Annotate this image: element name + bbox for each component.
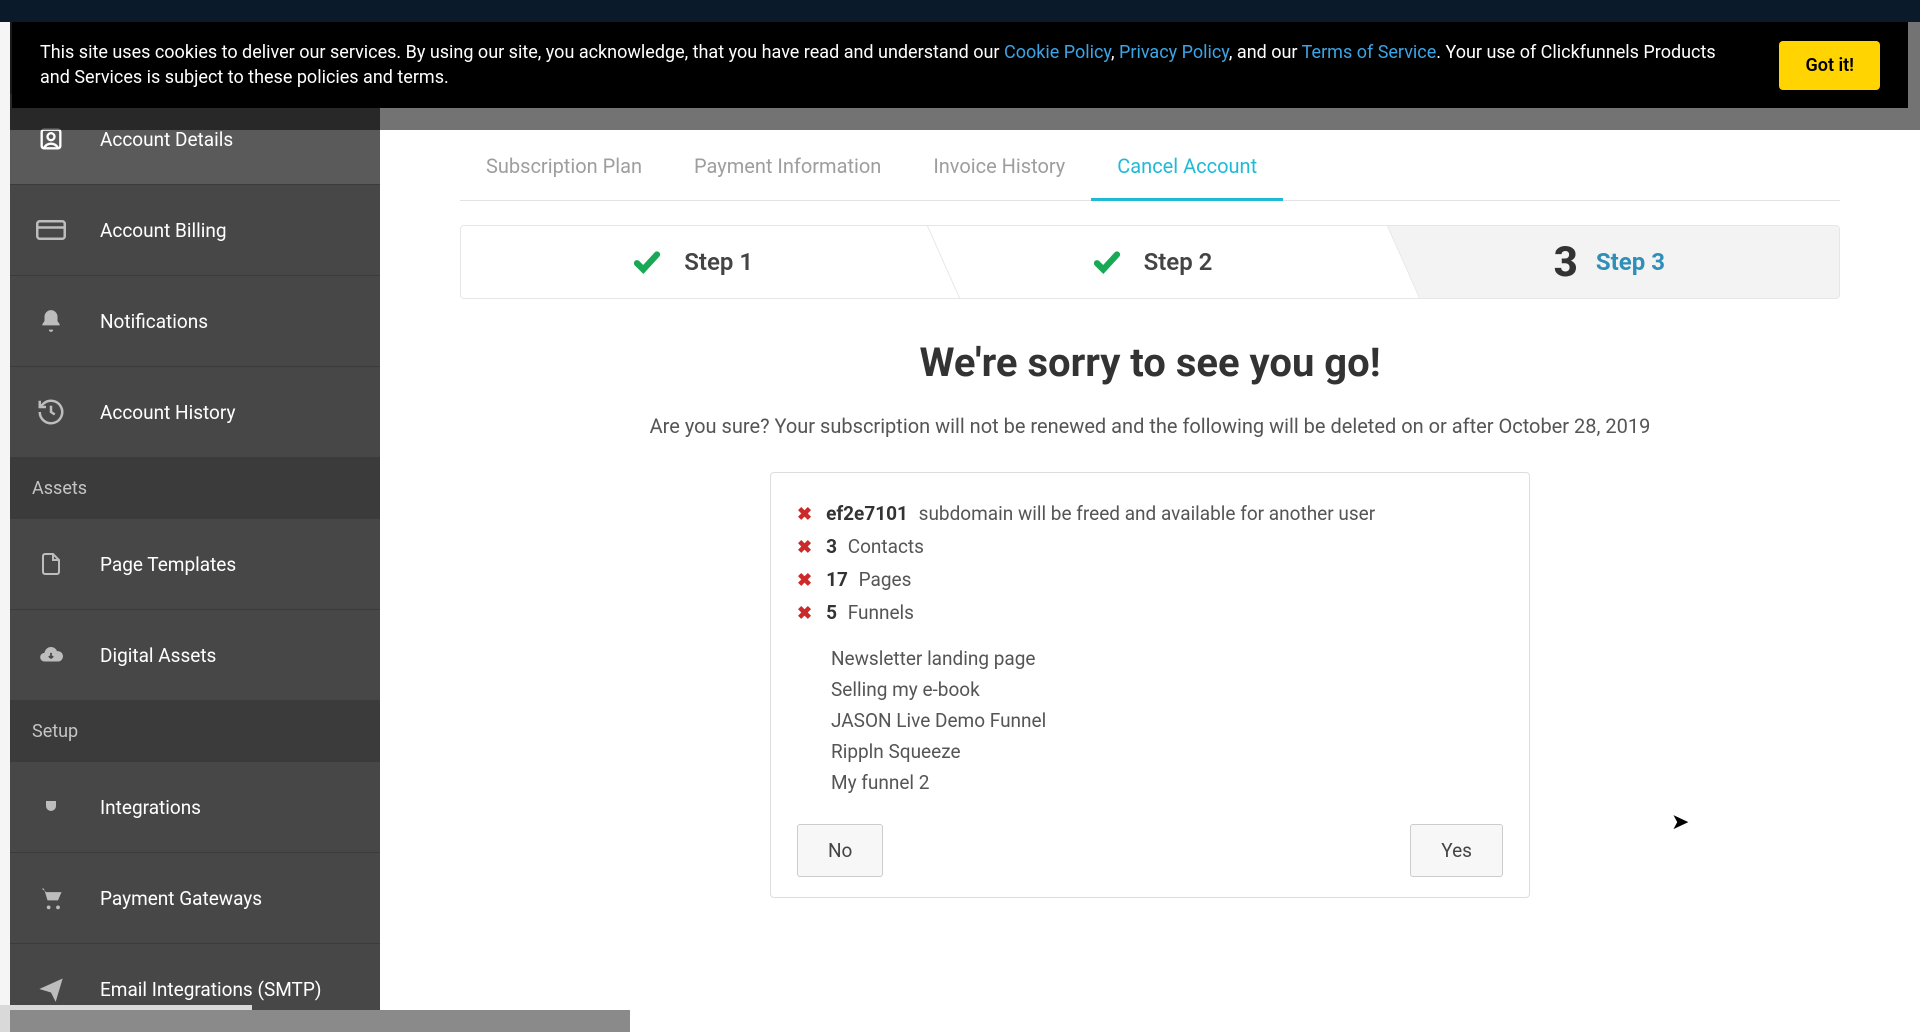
card-actions: No Yes	[797, 824, 1503, 877]
sidebar: Account Details Account Billing Notifica…	[10, 22, 380, 1032]
step-label: Step 1	[684, 248, 753, 276]
tabs: Subscription Plan Payment Information In…	[460, 134, 1840, 201]
deletion-card: ✖ ef2e7101 subdomain will be freed and a…	[770, 472, 1530, 898]
confirm-text: Are you sure? Your subscription will not…	[460, 414, 1840, 438]
deletion-item-pages: ✖ 17 Pages	[797, 563, 1503, 596]
cookie-banner: This site uses cookies to deliver our se…	[12, 22, 1908, 108]
history-icon	[34, 395, 68, 429]
sidebar-item-label: Account Details	[100, 128, 233, 151]
bell-icon	[34, 304, 68, 338]
funnel-item: My funnel 2	[831, 767, 1503, 798]
credit-card-icon	[34, 213, 68, 247]
step-label: Step 3	[1596, 248, 1665, 276]
sidebar-item-payment-gateways[interactable]: Payment Gateways	[10, 853, 380, 944]
funnels-list: Newsletter landing page Selling my e-boo…	[831, 643, 1503, 798]
step-label: Step 2	[1144, 248, 1213, 276]
x-icon: ✖	[797, 537, 812, 558]
funnel-item: Selling my e-book	[831, 674, 1503, 705]
cursor-icon: ➤	[1671, 810, 1689, 835]
yes-button[interactable]: Yes	[1410, 824, 1503, 877]
funnel-item: Newsletter landing page	[831, 643, 1503, 674]
stepper: Step 1 Step 2 3 Step 3	[460, 225, 1840, 299]
step-3[interactable]: 3 Step 3	[1380, 226, 1839, 298]
x-icon: ✖	[797, 504, 812, 525]
tab-cancel-account[interactable]: Cancel Account	[1091, 134, 1283, 201]
step-1[interactable]: Step 1	[461, 226, 920, 298]
check-icon	[628, 247, 666, 277]
x-icon: ✖	[797, 603, 812, 624]
cancel-content: We're sorry to see you go! Are you sure?…	[460, 339, 1840, 898]
tab-invoice-history[interactable]: Invoice History	[907, 134, 1091, 200]
file-icon	[34, 547, 68, 581]
sidebar-item-notifications[interactable]: Notifications	[10, 276, 380, 367]
cookie-accept-button[interactable]: Got it!	[1779, 41, 1880, 90]
sidebar-item-label: Account Billing	[100, 219, 227, 242]
terms-link[interactable]: Terms of Service	[1302, 42, 1437, 63]
cart-icon	[34, 881, 68, 915]
deletion-list: ✖ ef2e7101 subdomain will be freed and a…	[797, 497, 1503, 629]
plug-icon	[34, 790, 68, 824]
sidebar-item-label: Notifications	[100, 310, 208, 333]
main-content: Account Billing & Subscription Subscript…	[380, 22, 1920, 1032]
step-number: 3	[1554, 238, 1578, 287]
deletion-item-contacts: ✖ 3 Contacts	[797, 530, 1503, 563]
step-2[interactable]: Step 2	[920, 226, 1379, 298]
no-button[interactable]: No	[797, 824, 883, 877]
sidebar-item-account-billing[interactable]: Account Billing	[10, 185, 380, 276]
sidebar-item-page-templates[interactable]: Page Templates	[10, 519, 380, 610]
privacy-policy-link[interactable]: Privacy Policy	[1119, 42, 1229, 63]
check-icon	[1088, 247, 1126, 277]
sidebar-item-label: Account History	[100, 401, 235, 424]
sidebar-item-label: Payment Gateways	[100, 887, 262, 910]
tab-payment-information[interactable]: Payment Information	[668, 134, 907, 200]
deletion-item-subdomain: ✖ ef2e7101 subdomain will be freed and a…	[797, 497, 1503, 530]
x-icon: ✖	[797, 570, 812, 591]
user-icon	[34, 122, 68, 156]
funnel-item: JASON Live Demo Funnel	[831, 705, 1503, 736]
sorry-heading: We're sorry to see you go!	[460, 339, 1840, 386]
cloud-download-icon	[34, 638, 68, 672]
sidebar-item-account-history[interactable]: Account History	[10, 367, 380, 458]
app-header-bar	[0, 0, 1920, 22]
deletion-item-funnels: ✖ 5 Funnels	[797, 596, 1503, 629]
sidebar-item-digital-assets[interactable]: Digital Assets	[10, 610, 380, 701]
tab-subscription-plan[interactable]: Subscription Plan	[460, 134, 668, 200]
sidebar-item-label: Email Integrations (SMTP)	[100, 978, 322, 1001]
sidebar-item-label: Page Templates	[100, 553, 236, 576]
sidebar-item-label: Integrations	[100, 796, 201, 819]
cookie-policy-link[interactable]: Cookie Policy	[1004, 42, 1111, 63]
scrollbar-horizontal[interactable]	[10, 1010, 630, 1032]
sidebar-item-label: Digital Assets	[100, 644, 216, 667]
sidebar-item-integrations[interactable]: Integrations	[10, 762, 380, 853]
paper-plane-icon	[34, 972, 68, 1006]
sidebar-group-setup: Setup	[10, 701, 380, 762]
cookie-text: This site uses cookies to deliver our se…	[40, 40, 1720, 90]
funnel-item: Rippln Squeeze	[831, 736, 1503, 767]
sidebar-group-assets: Assets	[10, 458, 380, 519]
